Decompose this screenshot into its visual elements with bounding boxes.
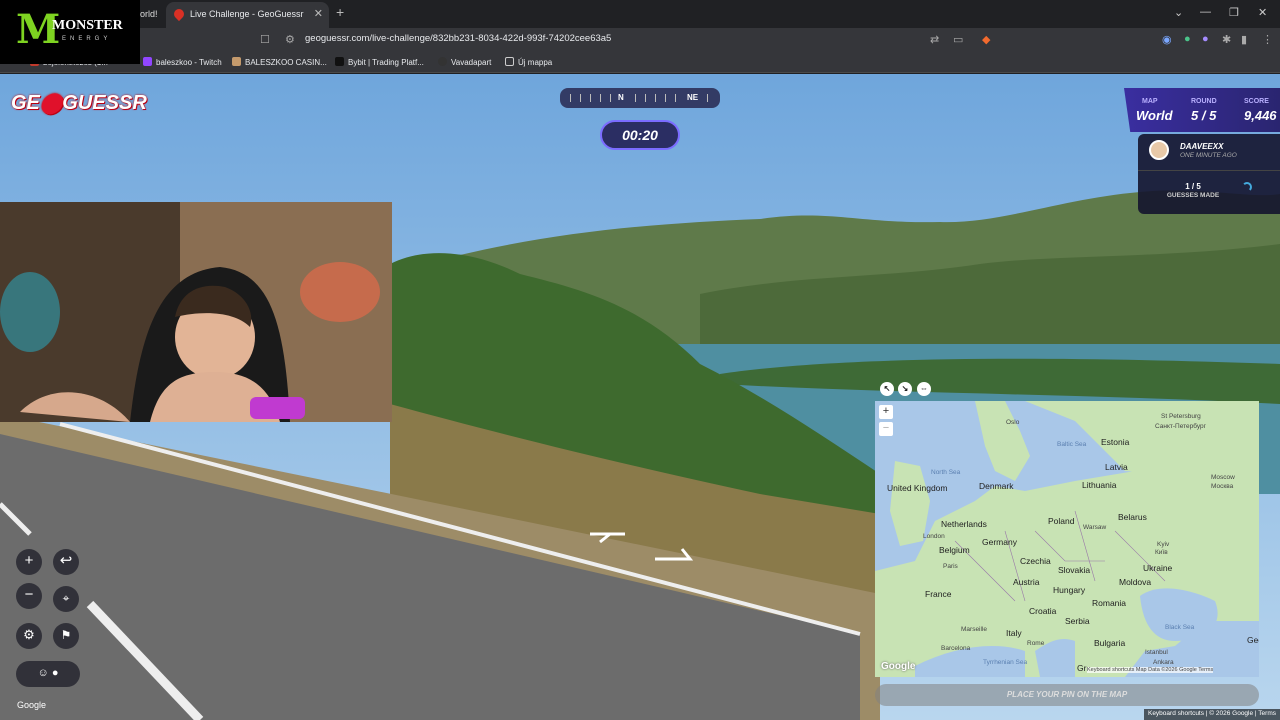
avatar [1149, 140, 1169, 160]
map-enlarge-icon[interactable]: ↖ [880, 382, 894, 396]
bookmark-item[interactable]: Bybit | Trading Platf... [335, 57, 424, 67]
browser-tab-bar: orld! Live Challenge - GeoGuessr ✕ + ⌄ —… [0, 0, 1280, 28]
url-field[interactable]: geoguessr.com/live-challenge/832bb231-80… [305, 33, 611, 44]
extension-icon[interactable]: ● [1202, 33, 1209, 45]
bookmark-icon[interactable]: ☐ [260, 33, 270, 46]
score-value: 9,446 [1244, 108, 1277, 123]
site-info-icon[interactable]: ⚙ [285, 33, 295, 46]
map-shrink-icon[interactable]: ↘ [898, 382, 912, 396]
bookmark-item[interactable]: baleszkoo - Twitch [143, 57, 222, 67]
tab-close-icon[interactable]: ✕ [314, 2, 323, 26]
extension-icon[interactable]: ● [1184, 33, 1191, 45]
compass-northeast: NE [687, 93, 699, 102]
player-guess-time: ONE MINUTE AGO [1180, 152, 1237, 159]
tab-live-challenge[interactable]: Live Challenge - GeoGuessr ✕ [166, 2, 329, 28]
divider [1138, 170, 1280, 171]
geoguessr-logo[interactable]: GE⬤GUESSR [11, 90, 147, 115]
compass-north: N [618, 93, 624, 102]
map-attribution[interactable]: Keyboard shortcuts Map Data ©2026 Google… [1087, 667, 1214, 673]
extension-icon[interactable]: ◉ [1162, 33, 1172, 46]
vavada-icon [438, 57, 447, 66]
bookmark-item[interactable]: BALESZKOO CASIN... [232, 57, 327, 67]
zoom-out-button[interactable]: − [16, 583, 42, 609]
folder-icon [505, 57, 514, 66]
screen: orld! Live Challenge - GeoGuessr ✕ + ⌄ —… [0, 0, 1280, 720]
tab-search-icon[interactable]: ⌄ [1174, 6, 1183, 19]
footer-links[interactable]: Keyboard shortcuts | © 2026 Google | Ter… [1143, 709, 1280, 720]
map-name: World [1136, 108, 1173, 123]
zoom-in-button[interactable]: + [16, 549, 42, 575]
extensions-puzzle-icon[interactable]: ✱ [1222, 33, 1231, 46]
webcam-overlay [0, 202, 392, 422]
sidebar-icon[interactable]: ▮ [1241, 33, 1247, 46]
player-panel: DAAVEEXX ONE MINUTE AGO 1 / 5 GUESSES MA… [1138, 134, 1280, 214]
flag-icon[interactable]: ⚑ [53, 623, 79, 649]
address-bar: ☐ ⚙ geoguessr.com/live-challenge/832bb23… [0, 28, 1280, 53]
cast-icon[interactable]: ▭ [953, 33, 963, 46]
casino-icon [232, 57, 241, 66]
bookmark-folder[interactable]: Új mappa [505, 57, 552, 67]
monster-energy-logo: M MONSTER ENERGY [0, 0, 140, 64]
menu-icon[interactable]: ⋮ [1262, 33, 1273, 46]
chat-toggle[interactable]: ☺ ● [16, 661, 80, 687]
twitch-icon [143, 57, 152, 66]
place-pin-button[interactable]: PLACE YOUR PIN ON THE MAP [875, 684, 1259, 706]
map-zoom-in-button[interactable]: + [879, 405, 893, 419]
map-zoom-out-button[interactable]: − [879, 422, 893, 436]
bookmarks-bar: bejelentkezés (1... baleszkoo - Twitch B… [0, 53, 1280, 73]
brave-shield-icon[interactable]: ◆ [982, 33, 990, 46]
map-pin-icon[interactable]: ⇔ [917, 382, 931, 396]
player-name: DAAVEEXX [1180, 142, 1224, 151]
google-map-logo: Google [881, 661, 916, 672]
guess-map[interactable]: Oslo St Petersburg Санкт-Петербург Eston… [875, 401, 1259, 677]
settings-gear-icon[interactable]: ⚙ [16, 623, 42, 649]
round-value: 5 / 5 [1191, 108, 1217, 123]
new-tab-icon[interactable]: + [336, 4, 344, 20]
pin-icon: ⬤ [39, 92, 63, 114]
translate-icon[interactable]: ⇄ [930, 33, 939, 46]
game-status-panel: MAP World ROUND 5 / 5 SCORE 9,446 [1124, 88, 1280, 132]
google-watermark: Google [17, 700, 47, 710]
close-window-icon[interactable]: ✕ [1258, 6, 1267, 19]
bybit-icon [335, 57, 344, 66]
geoguessr-favicon-icon [171, 6, 187, 22]
guesses-label: GUESSES MADE [1166, 192, 1220, 199]
bookmark-item[interactable]: Vavadapart [438, 57, 491, 67]
tab-previous[interactable]: orld! [140, 0, 166, 28]
restore-icon[interactable]: ❐ [1229, 6, 1239, 19]
tab-title: Live Challenge - GeoGuessr [190, 9, 304, 19]
undo-move-icon[interactable]: ↩ [53, 549, 79, 575]
round-timer: 00:20 [600, 120, 680, 150]
loading-spinner-icon [1242, 182, 1252, 192]
guesses-count: 1 / 5 [1185, 182, 1201, 191]
return-to-start-icon[interactable]: ⌖ [53, 586, 79, 612]
compass: N NE [560, 88, 720, 108]
minimize-icon[interactable]: — [1200, 6, 1211, 18]
